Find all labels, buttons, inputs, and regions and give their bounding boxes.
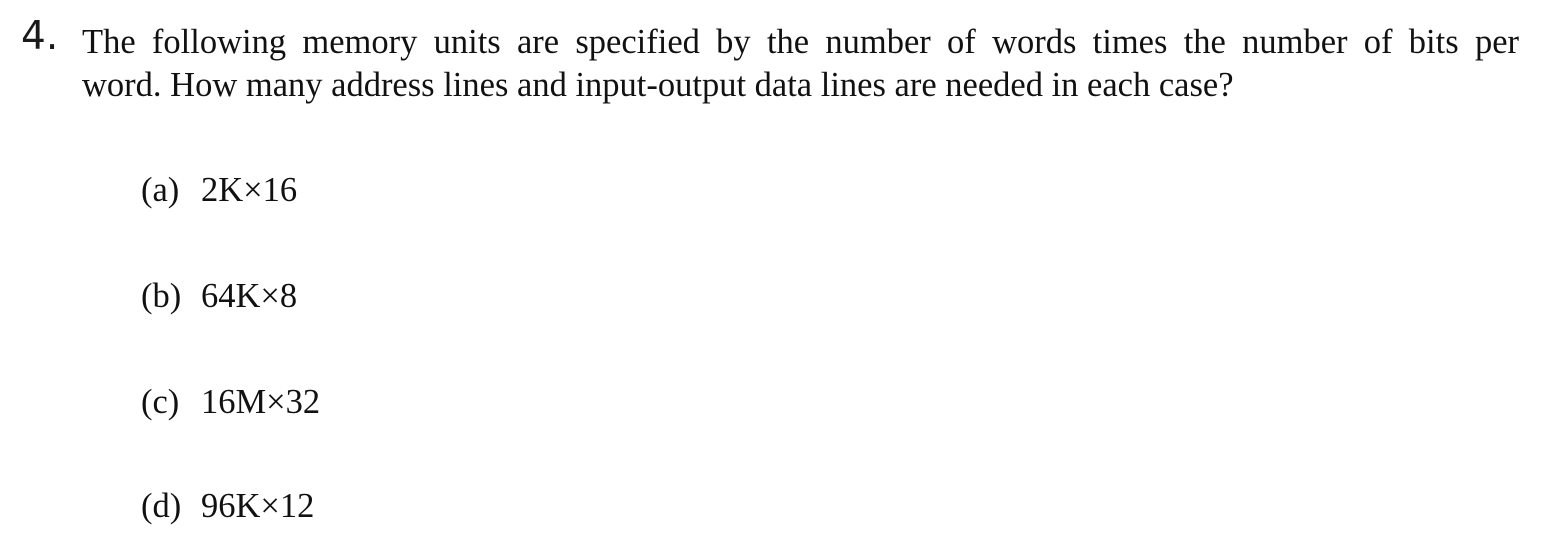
option-label: (b)	[141, 277, 182, 315]
option-value: 64K×8	[201, 277, 298, 315]
option-c: (c) 16M×32	[141, 382, 320, 422]
option-b: (b) 64K×8	[141, 276, 297, 316]
option-value: 2K×16	[201, 171, 298, 209]
option-label: (d)	[141, 487, 182, 525]
option-label: (a)	[141, 171, 180, 209]
option-label: (c)	[141, 383, 180, 421]
option-value: 16M×32	[201, 383, 321, 421]
question-text: The following memory units are specified…	[82, 21, 1522, 107]
option-d: (d) 96K×12	[141, 486, 314, 526]
question-text-line-1: The following memory units are specified…	[82, 23, 1519, 61]
question-text-line-2: word. How many address lines and input-o…	[82, 66, 1234, 104]
option-a: (a) 2K×16	[141, 170, 297, 210]
option-value: 96K×12	[201, 487, 315, 525]
question-number: 4.	[21, 14, 59, 59]
